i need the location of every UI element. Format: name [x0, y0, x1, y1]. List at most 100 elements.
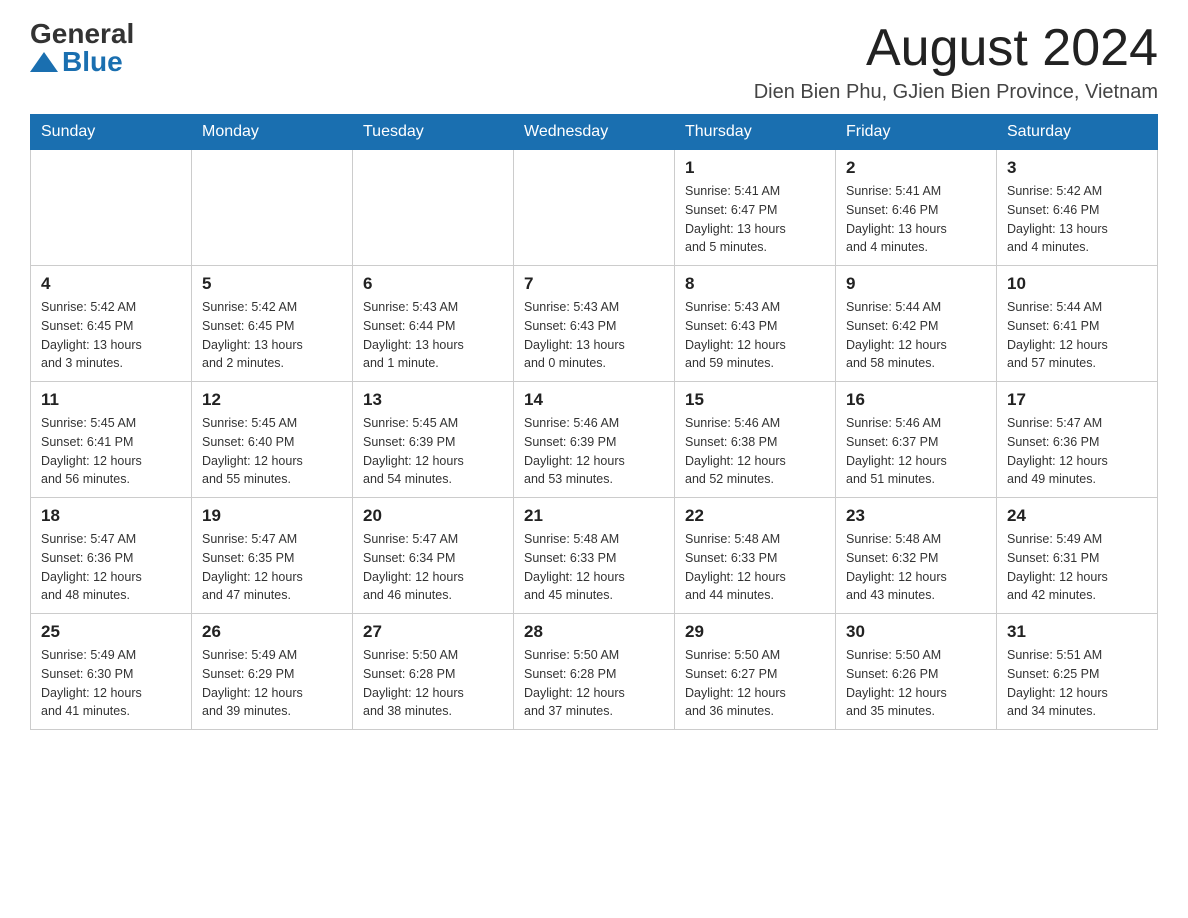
calendar-cell: [514, 150, 675, 266]
calendar-week-row: 25Sunrise: 5:49 AM Sunset: 6:30 PM Dayli…: [31, 614, 1158, 730]
calendar-cell: 6 Sunrise: 5:43 AM Sunset: 6:44 PM Daylig…: [353, 266, 514, 382]
calendar-cell: 24 Sunrise: 5:49 AM Sunset: 6:31 PM Dayli…: [997, 498, 1158, 614]
day-number: 29: [685, 622, 825, 642]
day-info: Sunrise: 5:44 AM Sunset: 6:42 PM Dayligh…: [846, 298, 986, 373]
logo-blue-line: Blue: [30, 48, 123, 76]
calendar-cell: 4 Sunrise: 5:42 AM Sunset: 6:45 PM Daylig…: [31, 266, 192, 382]
day-number: 24: [1007, 506, 1147, 526]
day-info: Sunrise: 5:49 AM Sunset: 6:31 PM Dayligh…: [1007, 530, 1147, 605]
day-number: 15: [685, 390, 825, 410]
day-info: Sunrise: 5:47 AM Sunset: 6:35 PM Dayligh…: [202, 530, 342, 605]
day-number: 3: [1007, 158, 1147, 178]
day-info: Sunrise: 5:48 AM Sunset: 6:33 PM Dayligh…: [685, 530, 825, 605]
calendar-week-row: 11 Sunrise: 5:45 AM Sunset: 6:41 PM Dayli…: [31, 382, 1158, 498]
day-number: 16: [846, 390, 986, 410]
day-info: Sunrise: 5:50 AM Sunset: 6:27 PM Dayligh…: [685, 646, 825, 721]
day-number: 23: [846, 506, 986, 526]
day-info: Sunrise: 5:42 AM Sunset: 6:45 PM Dayligh…: [202, 298, 342, 373]
day-number: 11: [41, 390, 181, 410]
day-info: Sunrise: 5:45 AM Sunset: 6:40 PM Dayligh…: [202, 414, 342, 489]
day-number: 14: [524, 390, 664, 410]
day-info: Sunrise: 5:49 AM Sunset: 6:30 PM Dayligh…: [41, 646, 181, 721]
day-info: Sunrise: 5:50 AM Sunset: 6:28 PM Dayligh…: [524, 646, 664, 721]
calendar-cell: 16 Sunrise: 5:46 AM Sunset: 6:37 PM Dayli…: [836, 382, 997, 498]
logo: General Blue: [30, 20, 134, 76]
calendar-cell: 14Sunrise: 5:46 AM Sunset: 6:39 PM Dayli…: [514, 382, 675, 498]
calendar-cell: 30 Sunrise: 5:50 AM Sunset: 6:26 PM Dayli…: [836, 614, 997, 730]
day-number: 12: [202, 390, 342, 410]
calendar-cell: 20Sunrise: 5:47 AM Sunset: 6:34 PM Dayli…: [353, 498, 514, 614]
logo-triangle-icon: [30, 52, 58, 72]
calendar-week-row: 1Sunrise: 5:41 AM Sunset: 6:47 PM Daylig…: [31, 150, 1158, 266]
day-number: 10: [1007, 274, 1147, 294]
calendar-cell: 11 Sunrise: 5:45 AM Sunset: 6:41 PM Dayli…: [31, 382, 192, 498]
day-info: Sunrise: 5:50 AM Sunset: 6:26 PM Dayligh…: [846, 646, 986, 721]
calendar-table: SundayMondayTuesdayWednesdayThursdayFrid…: [30, 114, 1158, 730]
calendar-cell: [31, 150, 192, 266]
day-info: Sunrise: 5:47 AM Sunset: 6:36 PM Dayligh…: [1007, 414, 1147, 489]
weekday-header-sunday: Sunday: [31, 115, 192, 150]
calendar-cell: 29 Sunrise: 5:50 AM Sunset: 6:27 PM Dayli…: [675, 614, 836, 730]
day-info: Sunrise: 5:41 AM Sunset: 6:46 PM Dayligh…: [846, 182, 986, 257]
day-info: Sunrise: 5:43 AM Sunset: 6:44 PM Dayligh…: [363, 298, 503, 373]
calendar-cell: 18 Sunrise: 5:47 AM Sunset: 6:36 PM Dayli…: [31, 498, 192, 614]
day-info: Sunrise: 5:42 AM Sunset: 6:46 PM Dayligh…: [1007, 182, 1147, 257]
day-number: 18: [41, 506, 181, 526]
day-number: 21: [524, 506, 664, 526]
day-info: Sunrise: 5:46 AM Sunset: 6:37 PM Dayligh…: [846, 414, 986, 489]
day-info: Sunrise: 5:47 AM Sunset: 6:36 PM Dayligh…: [41, 530, 181, 605]
calendar-cell: 15 Sunrise: 5:46 AM Sunset: 6:38 PM Dayli…: [675, 382, 836, 498]
day-info: Sunrise: 5:43 AM Sunset: 6:43 PM Dayligh…: [524, 298, 664, 373]
calendar-cell: 19 Sunrise: 5:47 AM Sunset: 6:35 PM Dayli…: [192, 498, 353, 614]
day-number: 22: [685, 506, 825, 526]
day-info: Sunrise: 5:45 AM Sunset: 6:41 PM Dayligh…: [41, 414, 181, 489]
calendar-cell: 9 Sunrise: 5:44 AM Sunset: 6:42 PM Daylig…: [836, 266, 997, 382]
day-number: 30: [846, 622, 986, 642]
day-info: Sunrise: 5:43 AM Sunset: 6:43 PM Dayligh…: [685, 298, 825, 373]
day-info: Sunrise: 5:48 AM Sunset: 6:32 PM Dayligh…: [846, 530, 986, 605]
calendar-week-row: 18 Sunrise: 5:47 AM Sunset: 6:36 PM Dayli…: [31, 498, 1158, 614]
day-number: 7: [524, 274, 664, 294]
day-number: 31: [1007, 622, 1147, 642]
calendar-cell: 27Sunrise: 5:50 AM Sunset: 6:28 PM Dayli…: [353, 614, 514, 730]
logo-general-text: General: [30, 20, 134, 48]
day-info: Sunrise: 5:45 AM Sunset: 6:39 PM Dayligh…: [363, 414, 503, 489]
calendar-cell: 13 Sunrise: 5:45 AM Sunset: 6:39 PM Dayli…: [353, 382, 514, 498]
calendar-cell: 26 Sunrise: 5:49 AM Sunset: 6:29 PM Dayli…: [192, 614, 353, 730]
day-number: 13: [363, 390, 503, 410]
calendar-cell: 28Sunrise: 5:50 AM Sunset: 6:28 PM Dayli…: [514, 614, 675, 730]
day-number: 8: [685, 274, 825, 294]
day-number: 5: [202, 274, 342, 294]
day-info: Sunrise: 5:51 AM Sunset: 6:25 PM Dayligh…: [1007, 646, 1147, 721]
day-number: 6: [363, 274, 503, 294]
weekday-header-saturday: Saturday: [997, 115, 1158, 150]
page-header: General Blue August 2024 Dien Bien Phu, …: [30, 20, 1158, 104]
day-number: 19: [202, 506, 342, 526]
calendar-cell: 7 Sunrise: 5:43 AM Sunset: 6:43 PM Daylig…: [514, 266, 675, 382]
weekday-header-monday: Monday: [192, 115, 353, 150]
weekday-header-tuesday: Tuesday: [353, 115, 514, 150]
calendar-cell: 17Sunrise: 5:47 AM Sunset: 6:36 PM Dayli…: [997, 382, 1158, 498]
weekday-header-friday: Friday: [836, 115, 997, 150]
location-subtitle: Dien Bien Phu, GJien Bien Province, Viet…: [754, 81, 1158, 104]
logo-blue-text: Blue: [62, 48, 123, 76]
weekday-header-wednesday: Wednesday: [514, 115, 675, 150]
calendar-cell: 21Sunrise: 5:48 AM Sunset: 6:33 PM Dayli…: [514, 498, 675, 614]
month-year-title: August 2024: [754, 20, 1158, 77]
day-number: 9: [846, 274, 986, 294]
calendar-cell: 2 Sunrise: 5:41 AM Sunset: 6:46 PM Daylig…: [836, 150, 997, 266]
day-info: Sunrise: 5:42 AM Sunset: 6:45 PM Dayligh…: [41, 298, 181, 373]
title-area: August 2024 Dien Bien Phu, GJien Bien Pr…: [754, 20, 1158, 104]
day-number: 2: [846, 158, 986, 178]
day-info: Sunrise: 5:49 AM Sunset: 6:29 PM Dayligh…: [202, 646, 342, 721]
weekday-header-row: SundayMondayTuesdayWednesdayThursdayFrid…: [31, 115, 1158, 150]
day-info: Sunrise: 5:46 AM Sunset: 6:38 PM Dayligh…: [685, 414, 825, 489]
day-number: 26: [202, 622, 342, 642]
calendar-body: 1Sunrise: 5:41 AM Sunset: 6:47 PM Daylig…: [31, 150, 1158, 730]
calendar-cell: 1Sunrise: 5:41 AM Sunset: 6:47 PM Daylig…: [675, 150, 836, 266]
calendar-cell: 22 Sunrise: 5:48 AM Sunset: 6:33 PM Dayli…: [675, 498, 836, 614]
day-number: 20: [363, 506, 503, 526]
calendar-week-row: 4 Sunrise: 5:42 AM Sunset: 6:45 PM Daylig…: [31, 266, 1158, 382]
day-number: 4: [41, 274, 181, 294]
day-info: Sunrise: 5:44 AM Sunset: 6:41 PM Dayligh…: [1007, 298, 1147, 373]
